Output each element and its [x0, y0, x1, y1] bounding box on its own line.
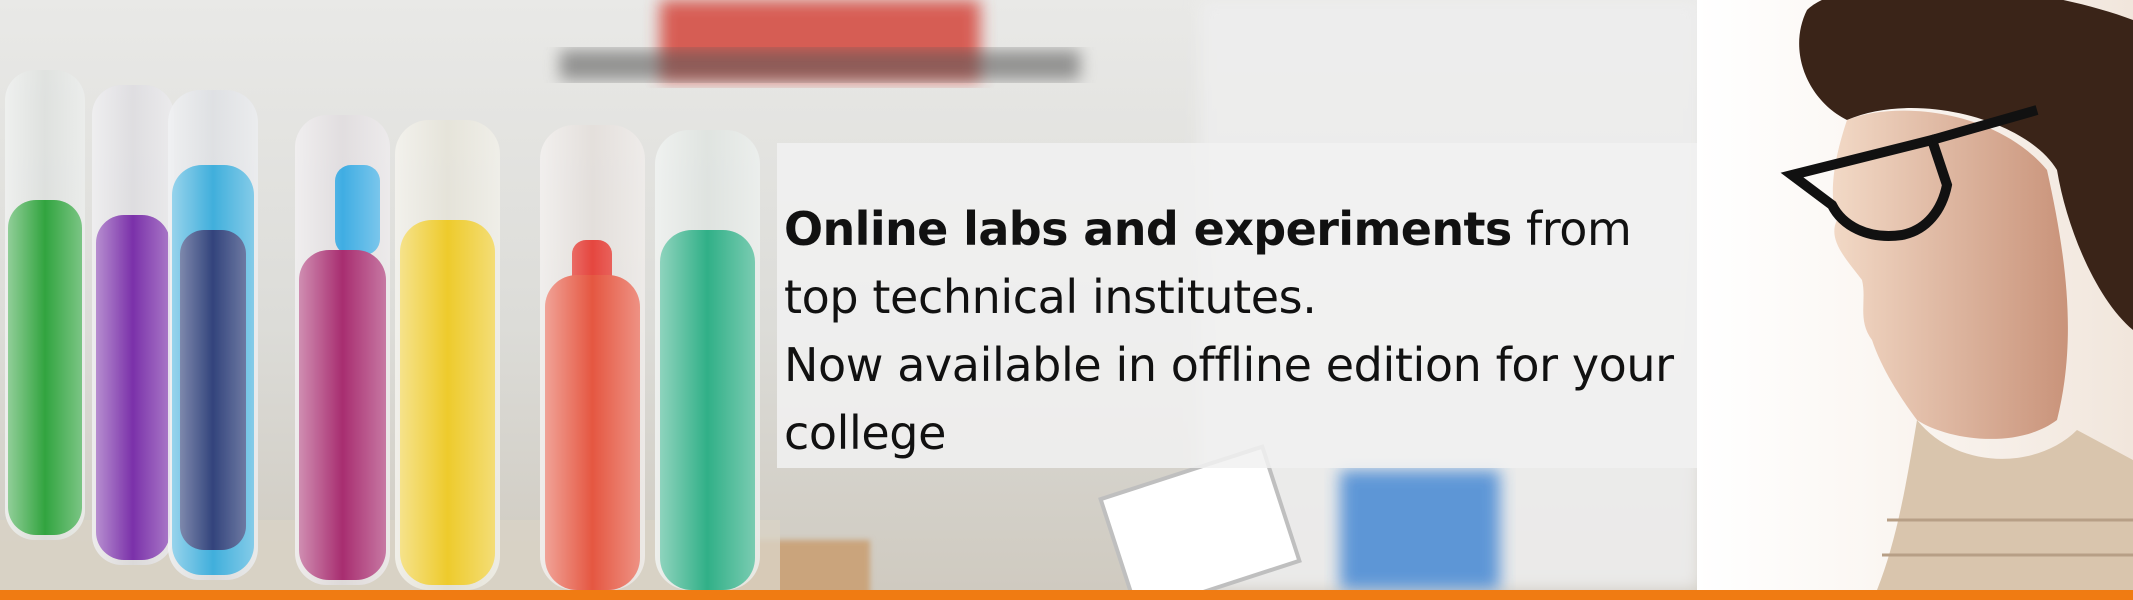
tube-teal [655, 130, 760, 590]
headline-panel: Online labs and experiments from top tec… [777, 143, 1697, 468]
headline-bold-text: Online labs and experiments [784, 202, 1512, 256]
tube-blue-dark [168, 90, 258, 580]
tube-yellow [395, 120, 500, 590]
orange-accent-bar [0, 590, 2133, 600]
hero-banner: Online labs and experiments from top tec… [0, 0, 2133, 600]
headline: Online labs and experiments from top tec… [784, 195, 1689, 467]
tube-green [5, 70, 85, 540]
student-illustration [1780, 0, 2133, 590]
student-with-glasses-photo [1697, 0, 2133, 590]
offline-edition-text: Now available in offline edition for you… [784, 338, 1674, 460]
tube-magenta [295, 115, 390, 585]
tube-purple [92, 85, 174, 565]
tube-red [540, 125, 645, 590]
